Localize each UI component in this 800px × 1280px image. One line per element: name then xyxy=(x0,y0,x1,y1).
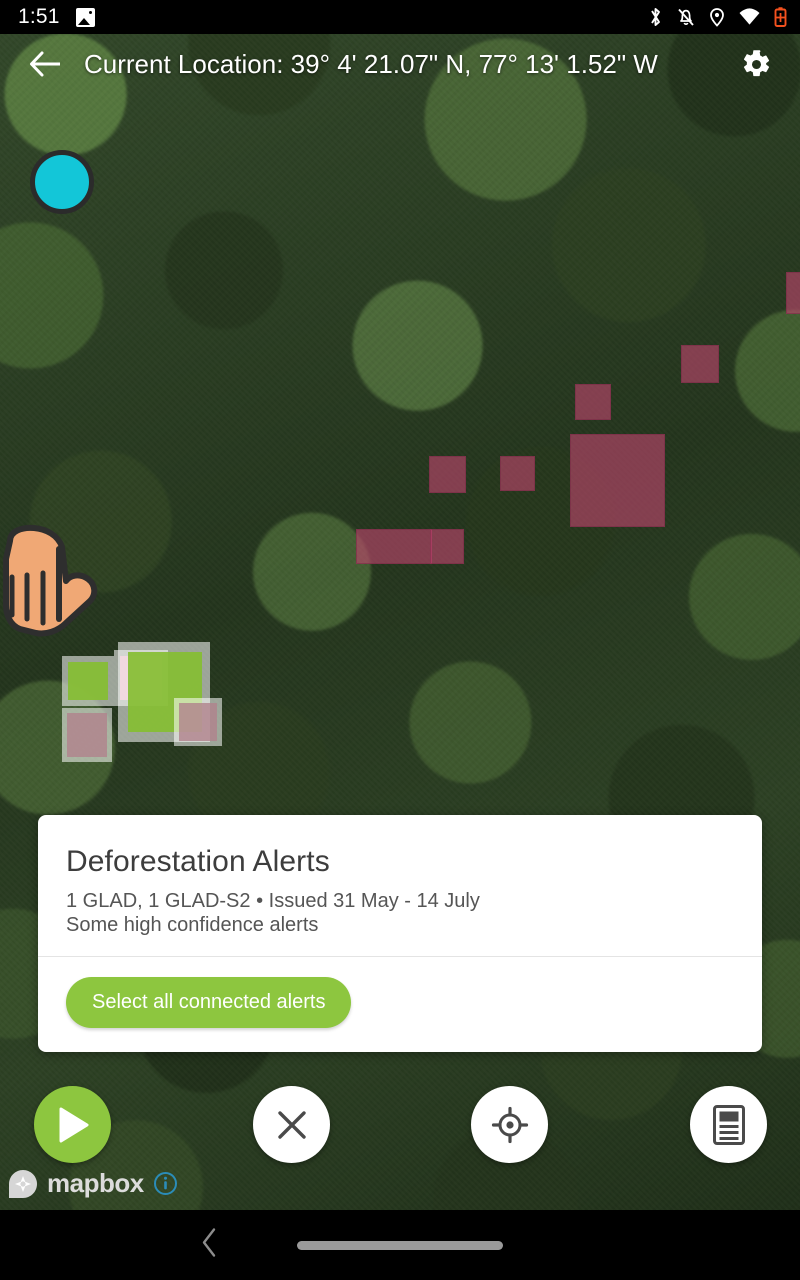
card-confidence: Some high confidence alerts xyxy=(66,914,319,937)
status-clock: 1:51 xyxy=(18,5,60,28)
back-button[interactable] xyxy=(20,38,72,90)
selected-alert-glad[interactable] xyxy=(68,662,108,700)
card-title: Deforestation Alerts xyxy=(66,845,330,878)
hand-pointer-icon xyxy=(3,524,98,637)
card-content: Deforestation Alerts 1 GLAD, 1 GLAD-S2 •… xyxy=(38,815,762,956)
alert-polygon[interactable] xyxy=(786,272,800,314)
android-nav-bar xyxy=(0,1210,800,1280)
mapbox-attribution[interactable]: mapbox xyxy=(8,1168,178,1199)
document-report-icon xyxy=(712,1104,745,1145)
alert-polygon[interactable] xyxy=(681,345,719,383)
map-info-icon[interactable] xyxy=(153,1171,178,1196)
location-tap-marker[interactable] xyxy=(30,150,94,214)
settings-button[interactable] xyxy=(734,42,778,86)
play-icon xyxy=(59,1107,88,1142)
phone-screen: 1:51 Current Location: 39° 4' 21.07" N, … xyxy=(0,0,800,1280)
screenshot-icon xyxy=(75,7,95,27)
locate-button[interactable] xyxy=(471,1086,548,1163)
alert-polygon[interactable] xyxy=(575,384,611,420)
notifications-muted-icon xyxy=(678,8,694,26)
bluetooth-icon xyxy=(651,8,660,26)
status-icons xyxy=(648,6,787,28)
gear-icon xyxy=(743,49,769,76)
nav-back-button[interactable] xyxy=(200,1227,220,1264)
close-button[interactable] xyxy=(253,1086,330,1163)
card-actions: Select all connected alerts xyxy=(38,957,762,1052)
selected-alert-glad-s2[interactable] xyxy=(179,703,217,741)
arrow-left-icon xyxy=(30,51,60,77)
wifi-icon xyxy=(739,8,760,25)
hand-pointer-cursor xyxy=(0,519,110,649)
map-action-bar xyxy=(0,1086,800,1164)
status-bar: 1:51 xyxy=(0,0,800,34)
select-all-connected-alerts-button[interactable]: Select all connected alerts xyxy=(66,976,352,1028)
play-button[interactable] xyxy=(34,1086,111,1163)
selected-alert-glad-s2[interactable] xyxy=(67,713,107,757)
page-title: Current Location: 39° 4' 21.07" N, 77° 1… xyxy=(84,48,658,79)
alert-info-card: Deforestation Alerts 1 GLAD, 1 GLAD-S2 •… xyxy=(38,815,762,1052)
nav-home-pill[interactable] xyxy=(297,1241,503,1250)
battery-charging-icon xyxy=(774,7,787,27)
alert-polygon[interactable] xyxy=(570,434,665,527)
location-icon xyxy=(710,8,724,27)
alert-polygon[interactable] xyxy=(500,456,535,491)
mapbox-logo-icon xyxy=(9,1169,37,1198)
alert-polygon[interactable] xyxy=(430,529,464,564)
mapbox-wordmark: mapbox xyxy=(47,1168,144,1198)
card-meta: 1 GLAD, 1 GLAD-S2 • Issued 31 May - 14 J… xyxy=(66,890,480,912)
report-button[interactable] xyxy=(690,1086,767,1163)
app-header: Current Location: 39° 4' 21.07" N, 77° 1… xyxy=(0,34,800,94)
chevron-left-icon xyxy=(202,1228,216,1257)
close-icon xyxy=(277,1110,306,1139)
gps-crosshair-icon xyxy=(491,1106,528,1143)
alert-polygon[interactable] xyxy=(429,456,466,493)
alert-polygon[interactable] xyxy=(356,529,432,564)
